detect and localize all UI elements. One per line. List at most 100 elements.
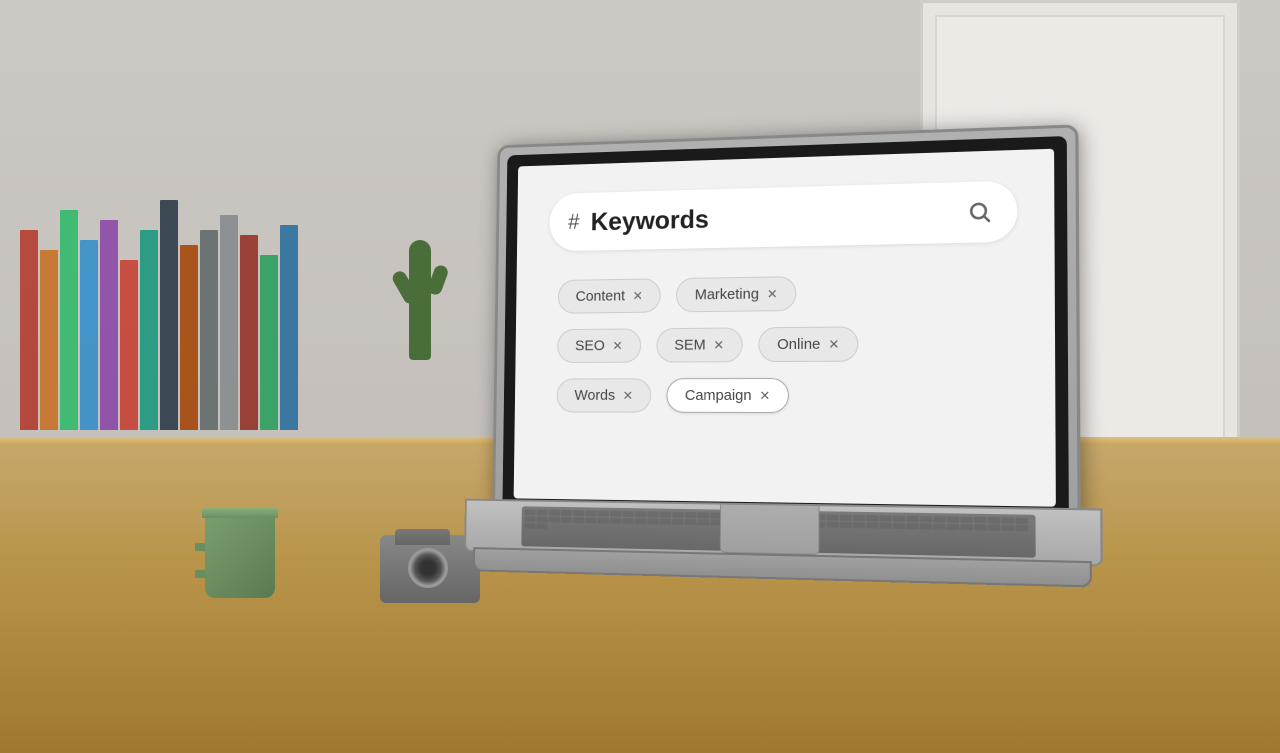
key-2 [549, 510, 560, 516]
laptop: # Keywords [463, 124, 1104, 668]
key-31 [920, 516, 932, 522]
key-78 [524, 523, 535, 529]
key-12 [672, 512, 684, 518]
key-45 [598, 517, 609, 523]
cactus [390, 200, 450, 360]
mug-rim [202, 508, 278, 518]
key-73 [960, 524, 973, 530]
key-67 [879, 522, 891, 528]
tags-row-2: SEO ✕ SEM ✕ Online ✕ [557, 325, 1018, 363]
search-bar[interactable]: # Keywords [549, 180, 1017, 251]
key-53 [697, 519, 709, 525]
key-9 [635, 511, 647, 517]
book-8 [180, 245, 198, 430]
tag-seo[interactable]: SEO ✕ [557, 328, 641, 363]
key-28 [879, 515, 891, 521]
mug-body [205, 513, 275, 598]
tag-seo-remove[interactable]: ✕ [612, 338, 622, 354]
tag-campaign-remove[interactable]: ✕ [759, 388, 770, 404]
tag-online-label: Online [777, 336, 820, 353]
key-75 [988, 524, 1001, 530]
key-49 [647, 518, 659, 524]
cactus-body [409, 240, 431, 360]
trackpad[interactable] [720, 499, 820, 555]
key-27 [866, 515, 878, 521]
book-12 [260, 255, 278, 430]
book-3 [80, 240, 98, 430]
tag-sem-label: SEM [674, 337, 706, 354]
key-79 [536, 523, 547, 529]
key-35 [974, 517, 987, 523]
tag-online-remove[interactable]: ✕ [828, 336, 839, 352]
key-48 [635, 518, 647, 524]
key-52 [685, 519, 697, 525]
key-34 [960, 517, 973, 523]
key-32 [933, 516, 946, 522]
tags-area: Content ✕ Marketing ✕ [547, 273, 1018, 414]
laptop-screen-display: # Keywords [514, 149, 1056, 507]
key-8 [622, 511, 634, 517]
key-3 [561, 510, 572, 516]
tag-marketing[interactable]: Marketing ✕ [676, 276, 796, 312]
tags-row-1: Content ✕ Marketing ✕ [558, 273, 1018, 314]
tag-campaign-label: Campaign [685, 387, 752, 404]
book-10 [220, 215, 238, 430]
book-9 [200, 230, 218, 430]
book-0 [20, 230, 38, 430]
key-37 [1001, 517, 1014, 523]
key-6 [598, 511, 609, 517]
tag-marketing-label: Marketing [695, 286, 759, 304]
tag-words[interactable]: Words ✕ [557, 378, 652, 412]
book-2 [60, 210, 78, 430]
key-7 [610, 511, 621, 517]
key-41 [549, 517, 560, 523]
tag-content[interactable]: Content ✕ [558, 278, 662, 313]
tag-sem-remove[interactable]: ✕ [713, 337, 724, 353]
key-65 [853, 522, 865, 528]
laptop-screen-outer: # Keywords [492, 124, 1080, 518]
key-30 [906, 516, 918, 522]
key-25 [840, 515, 852, 521]
key-36 [988, 517, 1001, 523]
tag-campaign[interactable]: Campaign ✕ [666, 378, 789, 413]
key-77 [1015, 525, 1028, 532]
key-42 [561, 517, 572, 523]
book-7 [160, 200, 178, 430]
scene: # Keywords [0, 0, 1280, 753]
key-44 [585, 517, 596, 523]
tag-sem[interactable]: SEM ✕ [656, 327, 743, 362]
tag-marketing-remove[interactable]: ✕ [767, 286, 778, 302]
key-50 [660, 519, 672, 525]
book-13 [280, 225, 298, 430]
key-72 [947, 524, 960, 530]
hash-symbol: # [568, 209, 580, 234]
key-10 [647, 511, 659, 517]
laptop-screen-bezel: # Keywords [503, 136, 1069, 511]
key-70 [920, 523, 932, 529]
key-5 [585, 510, 596, 516]
key-63 [827, 522, 839, 528]
key-1 [537, 509, 548, 515]
key-24 [827, 514, 839, 520]
key-11 [660, 512, 672, 518]
tag-words-remove[interactable]: ✕ [623, 388, 634, 404]
screen-content: # Keywords [514, 149, 1056, 507]
tag-online[interactable]: Online ✕ [758, 326, 858, 362]
key-76 [1001, 525, 1014, 531]
key-14 [698, 512, 710, 518]
key-68 [893, 523, 905, 529]
key-39 [524, 516, 535, 522]
key-43 [573, 517, 584, 523]
key-64 [840, 522, 852, 528]
tag-content-label: Content [576, 288, 626, 305]
book-1 [40, 250, 58, 430]
key-0 [525, 509, 536, 515]
bookshelf [20, 100, 300, 430]
search-input[interactable]: Keywords [591, 197, 951, 236]
tag-content-remove[interactable]: ✕ [633, 288, 644, 304]
search-icon-wrap[interactable] [963, 195, 996, 228]
key-4 [573, 510, 584, 516]
key-13 [685, 512, 697, 518]
search-icon [967, 200, 992, 225]
book-6 [140, 230, 158, 430]
